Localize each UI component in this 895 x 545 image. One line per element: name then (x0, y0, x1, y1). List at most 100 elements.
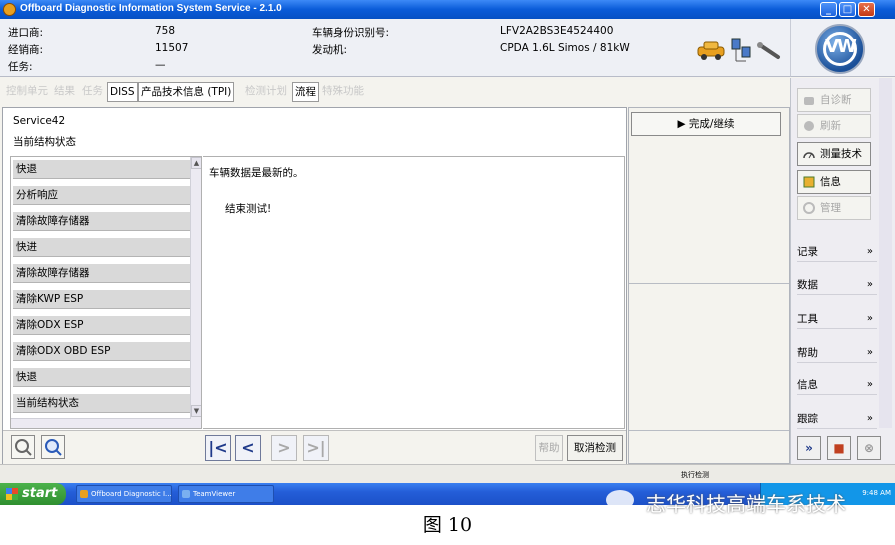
section-data[interactable]: 数据 » (797, 275, 877, 295)
tab-special-functions[interactable]: 特殊功能 (320, 82, 366, 102)
importer-value: 758 (155, 25, 176, 37)
engine-label: 发动机: (312, 44, 348, 56)
tab-control-units[interactable]: 控制单元 (4, 82, 50, 102)
procedure-toolbar: |< < > >| 帮助 取消检测 (3, 430, 626, 464)
list-item[interactable]: 分析响应 (13, 186, 191, 205)
app-icon (3, 3, 16, 16)
last-step-icon[interactable]: >| (303, 435, 329, 461)
section-info[interactable]: 信息 » (797, 375, 877, 395)
previous-step-icon[interactable]: < (235, 435, 261, 461)
first-step-icon[interactable]: |< (205, 435, 231, 461)
status-bar: 执行检测 (0, 464, 895, 483)
vin-label: 车辆身份识别号: (312, 27, 390, 39)
button-label: 管理 (820, 202, 841, 214)
chevron-down-icon: » (866, 379, 873, 390)
car-icon (697, 41, 725, 60)
cancel-test-button[interactable]: 取消检测 (567, 435, 623, 461)
button-label: 自诊断 (820, 94, 852, 106)
chevron-down-icon: » (866, 279, 873, 290)
list-item[interactable]: 清除故障存储器 (13, 212, 191, 231)
list-item[interactable]: 快退 (13, 160, 191, 179)
list-item[interactable]: 清除ODX ESP (13, 316, 191, 335)
scroll-down-icon[interactable]: ▼ (191, 405, 201, 417)
window-title: Offboard Diagnostic Information System S… (20, 3, 282, 14)
taskbar-item-teamviewer[interactable]: TeamViewer (178, 485, 274, 503)
taskbar-item-label: Offboard Diagnostic I... (91, 490, 172, 498)
admin-button[interactable]: 管理 (797, 196, 871, 220)
section-label: 数据 (797, 279, 818, 291)
step-list: 快退 分析响应 清除故障存储器 快进 清除故障存储器 清除KWP ESP 清除O… (10, 156, 202, 429)
refresh-button[interactable]: 刷新 (797, 114, 871, 138)
step-list-scrollbar[interactable]: ▲ ▼ (190, 157, 201, 428)
chevron-down-icon: » (866, 347, 873, 358)
scroll-up-icon[interactable]: ▲ (191, 157, 201, 169)
logo-text: VW (825, 36, 857, 57)
list-item[interactable]: 快退 (13, 368, 191, 387)
task-value: — (155, 59, 166, 71)
button-label: 信息 (820, 176, 841, 188)
service-subtitle: 当前结构状态 (13, 136, 76, 148)
brand-logo-area: VW (790, 19, 895, 77)
info-button[interactable]: 信息 (797, 170, 871, 194)
right-sidebar: 自诊断 刷新 测量技术 信息 管理 记录» 数据» 工具» 帮助» 信息 » 跟… (790, 78, 895, 464)
windows-flag-icon (6, 488, 18, 500)
vw-logo: VW (815, 24, 865, 74)
section-label: 跟踪 (797, 413, 818, 425)
help-button[interactable]: 帮助 (535, 435, 563, 461)
tab-diss[interactable]: DISS (107, 82, 138, 102)
section-label: 工具 (797, 313, 818, 325)
taskbar-item-odis[interactable]: Offboard Diagnostic I... (76, 485, 172, 503)
message-line-1: 车辆数据是最新的。 (209, 167, 304, 179)
next-step-icon[interactable]: > (271, 435, 297, 461)
exit-icon[interactable]: ⊗ (857, 436, 881, 460)
section-records[interactable]: 记录 » (797, 242, 877, 262)
button-label: 测量技术 (820, 148, 862, 160)
measurement-button[interactable]: 测量技术 (797, 142, 871, 166)
right-sidebar-scrollbar[interactable] (879, 78, 892, 428)
procedure-panel: Service42 当前结构状态 快退 分析响应 清除故障存储器 快进 清除故障… (2, 107, 627, 464)
taskbar-item-label: TeamViewer (193, 490, 236, 498)
section-label: 帮助 (797, 347, 818, 359)
teamviewer-icon (182, 490, 190, 498)
tab-test-plan[interactable]: 检测计划 (243, 82, 289, 102)
maximize-button[interactable]: □ (839, 2, 856, 17)
gauge-icon (802, 147, 816, 161)
tab-results[interactable]: 结果 (52, 82, 77, 102)
section-label: 记录 (797, 246, 818, 258)
dealer-label: 经销商: (8, 44, 44, 56)
tab-procedure[interactable]: 流程 (292, 82, 319, 102)
fast-forward-icon[interactable]: » (797, 436, 821, 460)
chevron-down-icon: » (866, 313, 873, 324)
step-list-hscrollbar[interactable] (11, 418, 191, 428)
dealer-value: 11507 (155, 42, 189, 54)
section-tools[interactable]: 工具 » (797, 309, 877, 329)
stop-icon[interactable]: ■ (827, 436, 851, 460)
close-button[interactable]: ✕ (858, 2, 875, 17)
refresh-icon (802, 119, 816, 133)
task-label: 任务: (8, 61, 33, 73)
list-item[interactable]: 当前结构状态 (13, 394, 191, 413)
start-label: start (22, 486, 58, 501)
list-item[interactable]: 快进 (13, 238, 191, 257)
section-trace[interactable]: 跟踪 » (797, 409, 877, 429)
self-diagnosis-button[interactable]: 自诊断 (797, 88, 871, 112)
zoom-in-icon[interactable] (41, 435, 65, 459)
tab-tasks[interactable]: 任务 (80, 82, 105, 102)
clock: 9:48 AM (862, 489, 891, 497)
importer-label: 进口商: (8, 27, 44, 39)
vin-value: LFV2A2BS3E4524400 (500, 25, 614, 37)
tab-tpi[interactable]: 产品技术信息 (TPI) (138, 82, 235, 102)
button-label: 刷新 (820, 120, 841, 132)
section-help[interactable]: 帮助 » (797, 343, 877, 363)
zoom-out-icon[interactable] (11, 435, 35, 459)
service-title: Service42 (13, 115, 66, 127)
title-bar: Offboard Diagnostic Information System S… (0, 0, 895, 19)
start-button[interactable]: start (0, 483, 66, 505)
finish-continue-button[interactable]: ▶ 完成/继续 (631, 112, 781, 136)
chevron-down-icon: » (866, 413, 873, 424)
list-item[interactable]: 清除故障存储器 (13, 264, 191, 283)
list-item[interactable]: 清除ODX OBD ESP (13, 342, 191, 361)
gear-icon (802, 201, 816, 215)
minimize-button[interactable]: _ (820, 2, 837, 17)
list-item[interactable]: 清除KWP ESP (13, 290, 191, 309)
